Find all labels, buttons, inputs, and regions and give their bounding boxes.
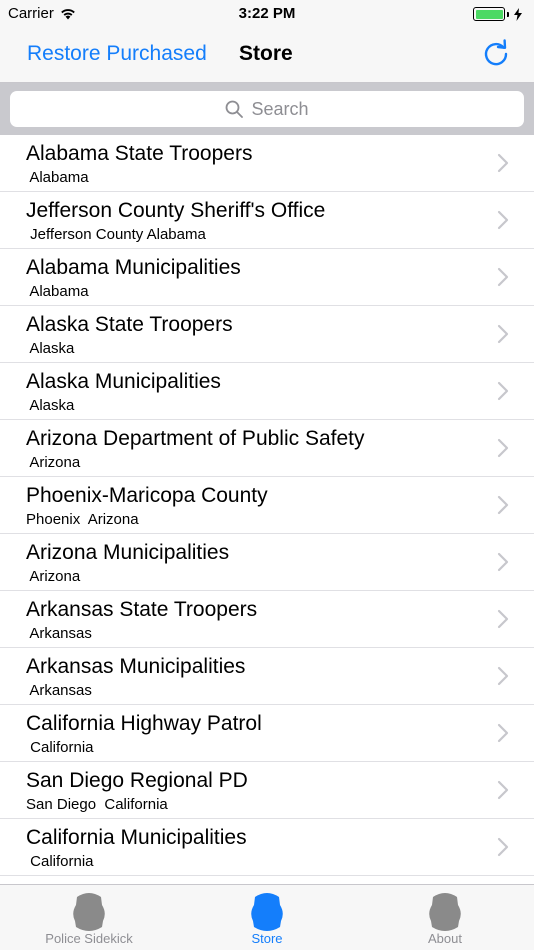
battery-icon — [473, 7, 522, 21]
list-item-subtitle: Jefferson County Alabama — [26, 226, 206, 243]
search-placeholder: Search — [251, 98, 309, 119]
search-icon — [226, 100, 244, 118]
status-time: 3:22 PM — [238, 5, 296, 22]
list-item[interactable]: Arizona Department of Public Safety Ariz… — [0, 420, 534, 477]
list-item-subtitle: Alabama — [26, 169, 89, 186]
restore-purchased-button[interactable]: Restore Purchased — [27, 42, 207, 66]
list-item-subtitle: Alaska — [26, 397, 75, 414]
list-item[interactable]: Phoenix-Maricopa County Phoenix Arizona — [0, 477, 534, 534]
page-title: Store — [239, 42, 293, 65]
list-item-title: California Highway Patrol — [26, 712, 262, 735]
list-item-title: Phoenix-Maricopa County — [26, 484, 268, 507]
chevron-right-icon — [497, 267, 509, 287]
list-item-title: California Municipalities — [26, 826, 247, 849]
list-item-subtitle: California — [26, 739, 94, 756]
tab-bar: Police Sidekick Store About — [0, 884, 534, 950]
list-item-title: Arizona Department of Public Safety — [26, 427, 365, 450]
list-item[interactable]: Alabama State Troopers Alabama — [0, 135, 534, 192]
chevron-right-icon — [497, 609, 509, 629]
tab-about[interactable]: About — [356, 885, 534, 950]
list-item-title: Jefferson County Sheriff's Office — [26, 199, 326, 222]
list-item[interactable]: Jefferson County Sheriff's Office Jeffer… — [0, 192, 534, 249]
list-item-title: Alabama State Troopers — [26, 142, 253, 165]
chevron-right-icon — [497, 153, 509, 173]
chevron-right-icon — [497, 552, 509, 572]
list-item-subtitle: Alaska — [26, 340, 75, 357]
list-item[interactable]: California Municipalities California — [0, 819, 534, 876]
tab-store[interactable]: Store — [178, 885, 356, 950]
list-item-subtitle: Arizona — [26, 568, 81, 585]
search-input[interactable]: Search — [10, 91, 524, 127]
store-list: Alabama State Troopers Alabama Jefferson … — [0, 135, 534, 884]
status-bar: Carrier 3:22 PM — [0, 0, 534, 28]
chevron-right-icon — [497, 666, 509, 686]
chevron-right-icon — [497, 495, 509, 515]
list-item[interactable]: Alabama Municipalities Alabama — [0, 249, 534, 306]
search-bar: Search — [0, 83, 534, 135]
chevron-right-icon — [497, 438, 509, 458]
badge-icon — [251, 893, 283, 931]
chevron-right-icon — [497, 780, 509, 800]
chevron-right-icon — [497, 381, 509, 401]
list-item-subtitle: San Diego California — [26, 796, 168, 813]
list-item-title: Arkansas State Troopers — [26, 598, 258, 621]
list-item-title: Arizona Municipalities — [26, 541, 230, 564]
list-item-title: Alaska State Troopers — [26, 313, 233, 336]
list-item-subtitle: Phoenix Arizona — [26, 511, 139, 528]
charging-bolt-icon — [514, 7, 522, 21]
tab-label: About — [428, 931, 462, 946]
list-item-subtitle: Alabama — [26, 283, 89, 300]
list-item[interactable]: Alaska Municipalities Alaska — [0, 363, 534, 420]
list-item-title: Alaska Municipalities — [26, 370, 221, 393]
list-item-title: San Diego Regional PD — [26, 769, 248, 792]
chevron-right-icon — [497, 723, 509, 743]
badge-icon — [73, 893, 105, 931]
list-item[interactable]: California Highway Patrol California — [0, 705, 534, 762]
tab-police-sidekick[interactable]: Police Sidekick — [0, 885, 178, 950]
chevron-right-icon — [497, 837, 509, 857]
list-item-subtitle: Arizona — [26, 454, 81, 471]
list-item-subtitle: Arkansas — [26, 625, 92, 642]
chevron-right-icon — [497, 210, 509, 230]
list-item[interactable]: Arkansas State Troopers Arkansas — [0, 591, 534, 648]
tab-label: Police Sidekick — [45, 931, 133, 946]
list-item[interactable]: Arkansas Municipalities Arkansas — [0, 648, 534, 705]
list-item-title: Arkansas Municipalities — [26, 655, 246, 678]
chevron-right-icon — [497, 324, 509, 344]
tab-label: Store — [251, 931, 283, 946]
list-item[interactable]: Arizona Municipalities Arizona — [0, 534, 534, 591]
list-item[interactable]: Alaska State Troopers Alaska — [0, 306, 534, 363]
list-item-subtitle: Arkansas — [26, 682, 92, 699]
refresh-icon[interactable] — [480, 38, 512, 70]
badge-icon — [429, 893, 461, 931]
navigation-bar: Restore Purchased Store — [0, 28, 534, 83]
list-item-subtitle: California — [26, 853, 94, 870]
list-item[interactable]: San Diego Regional PD San Diego Californi… — [0, 762, 534, 819]
list-item-title: Alabama Municipalities — [26, 256, 241, 279]
